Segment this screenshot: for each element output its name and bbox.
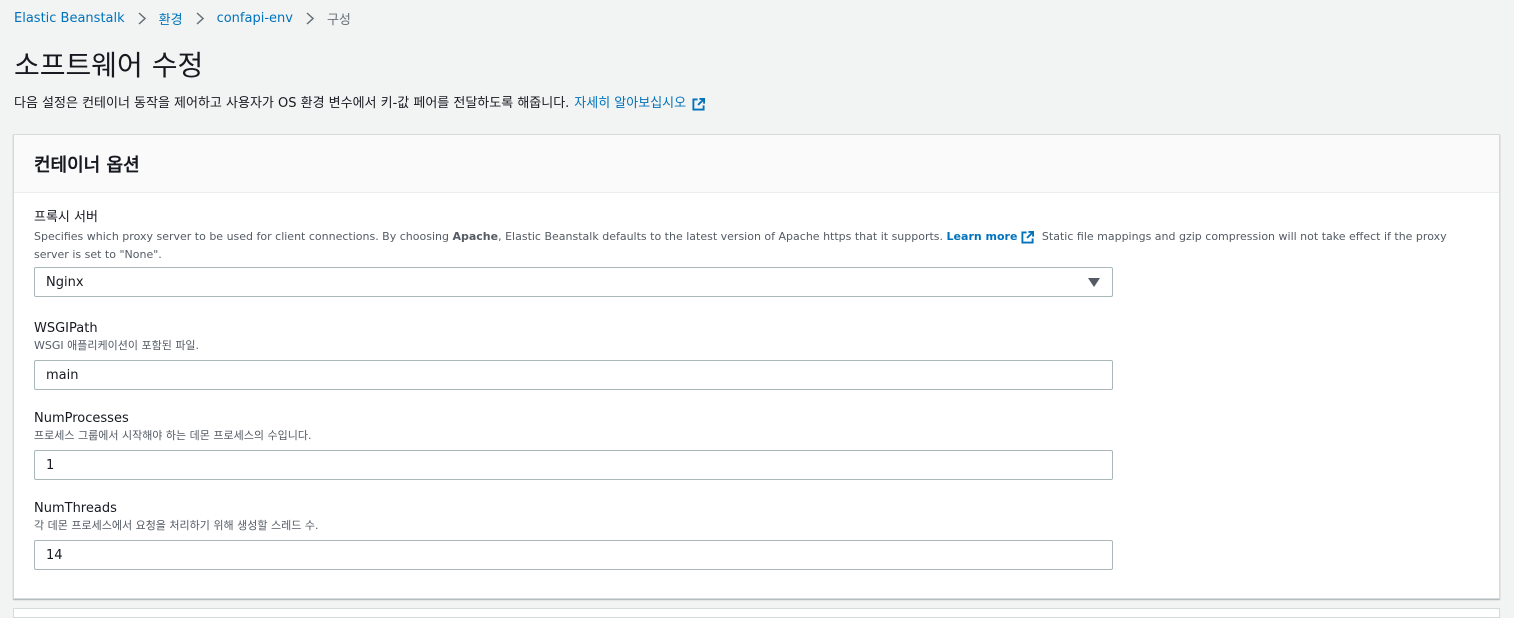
caret-down-icon — [1088, 278, 1100, 287]
learn-more-label: 자세히 알아보십시오 — [574, 96, 687, 111]
breadcrumb-environments[interactable]: 환경 — [159, 9, 183, 28]
proxy-server-label: 프록시 서버 — [34, 210, 98, 225]
num-processes-field: NumProcesses 프로세스 그룹에서 시작해야 하는 데몬 프로세스의 … — [34, 411, 1484, 480]
proxy-server-field: 프록시 서버 Specifies which proxy server to b… — [34, 210, 1484, 297]
panel-header: 컨테이너 옵션 — [14, 135, 1499, 193]
proxy-desc-text-2: , Elastic Beanstalk defaults to the late… — [498, 230, 947, 243]
proxy-server-description: Specifies which proxy server to be used … — [34, 228, 1484, 264]
num-processes-input[interactable] — [46, 457, 1112, 473]
chevron-right-icon — [306, 11, 314, 25]
page-description: 다음 설정은 컨테이너 동작을 제어하고 사용자가 OS 환경 변수에서 키-값… — [14, 94, 706, 114]
num-threads-label: NumThreads — [34, 501, 117, 516]
wsgi-path-input[interactable] — [46, 367, 1112, 383]
page-description-text: 다음 설정은 컨테이너 동작을 제어하고 사용자가 OS 환경 변수에서 키-값… — [14, 96, 570, 111]
panel-title: 컨테이너 옵션 — [34, 154, 140, 176]
num-threads-input[interactable] — [46, 547, 1112, 563]
breadcrumb-current: 구성 — [326, 12, 351, 28]
proxy-desc-apache: Apache — [452, 230, 499, 243]
proxy-learn-more-link[interactable]: Learn more — [947, 228, 1039, 246]
num-threads-field: NumThreads 각 데몬 프로세스에서 요청을 처리하기 위해 생성할 스… — [34, 501, 1484, 570]
container-options-panel: 컨테이너 옵션 프록시 서버 Specifies which proxy ser… — [13, 134, 1500, 599]
next-panel-edge — [13, 608, 1500, 618]
chevron-right-icon — [196, 11, 204, 25]
num-processes-input-box — [34, 450, 1113, 480]
num-threads-description: 각 데몬 프로세스에서 요청을 처리하기 위해 생성할 스레드 수. — [34, 519, 319, 532]
proxy-desc-text: Specifies which proxy server to be used … — [34, 230, 453, 243]
learn-more-link[interactable]: 자세히 알아보십시오 — [574, 94, 706, 114]
wsgi-path-description: WSGI 애플리케이션이 포함된 파일. — [34, 339, 200, 352]
breadcrumb: Elastic Beanstalk 환경 confapi-env 구성 — [14, 8, 351, 28]
wsgi-path-label: WSGIPath — [34, 321, 98, 336]
breadcrumb-environment-name[interactable]: confapi-env — [217, 11, 293, 26]
breadcrumb-elastic-beanstalk[interactable]: Elastic Beanstalk — [14, 11, 125, 26]
proxy-learn-more-label: Learn more — [946, 230, 1018, 243]
chevron-right-icon — [138, 11, 146, 25]
wsgi-path-input-box — [34, 360, 1113, 390]
page-title: 소프트웨어 수정 — [14, 49, 204, 82]
wsgi-path-field: WSGIPath WSGI 애플리케이션이 포함된 파일. — [34, 321, 1484, 390]
external-link-icon — [1021, 230, 1035, 244]
external-link-icon — [692, 97, 706, 111]
num-processes-description: 프로세스 그룹에서 시작해야 하는 데몬 프로세스의 수입니다. — [34, 429, 312, 442]
proxy-server-select[interactable]: Nginx — [34, 267, 1113, 297]
num-threads-input-box — [34, 540, 1113, 570]
num-processes-label: NumProcesses — [34, 411, 129, 426]
proxy-server-value: Nginx — [46, 274, 84, 290]
